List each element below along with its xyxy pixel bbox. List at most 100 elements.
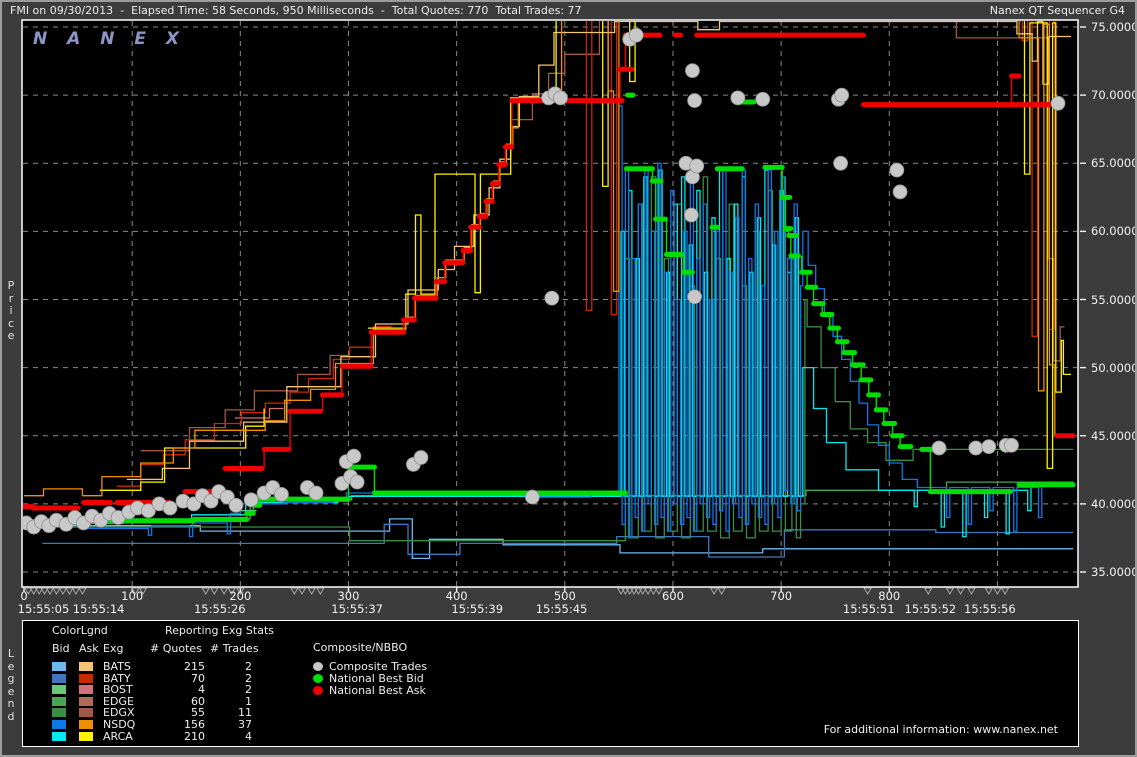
exchange-quote-count: 70: [191, 671, 205, 685]
x-axis-label: 500: [553, 589, 576, 603]
composite-trade-dot: [687, 289, 702, 305]
price-axis-label: P r i c e: [7, 279, 15, 342]
bid-color-swatch: [52, 662, 66, 671]
composite-trade-dot: [162, 500, 178, 516]
col-header-bid: Bid: [52, 642, 70, 655]
plot-series: [23, 21, 1077, 586]
composite-trade-dot: [219, 489, 235, 505]
x-axis-label: 0: [20, 589, 28, 603]
composite-trade-dot: [203, 493, 219, 509]
composite-trade-dot: [243, 492, 259, 508]
trade-marker-triangle: [71, 587, 81, 595]
edgx-ask-line: [510, 21, 1065, 362]
trade-marker-triangle: [620, 587, 630, 595]
stats-header: Reporting Exg Stats: [165, 624, 274, 637]
exchange-name: BOST: [103, 683, 133, 697]
ask-color-swatch: [79, 731, 93, 741]
y-axis-label: 60.0000: [1091, 224, 1137, 239]
ask-color-swatch: [79, 662, 93, 671]
composite-trade-dot: [102, 506, 117, 521]
ask-color-swatch: [79, 673, 93, 683]
composite-trade-dot: [413, 450, 429, 465]
col-header-quotes: # Quotes: [150, 642, 202, 655]
bid-color-swatch: [52, 673, 66, 683]
composite-trade-dot: [553, 90, 568, 106]
y-axis-label: 55.0000: [1091, 292, 1137, 307]
plot-area[interactable]: [21, 19, 1079, 588]
trade-marker-triangle: [34, 587, 44, 595]
composite-trade-dot: [41, 518, 57, 534]
exchange-trade-count: 1: [245, 694, 252, 708]
exchange-name: EDGE: [103, 694, 134, 708]
baty-ask-line: [117, 326, 392, 487]
arca-bid-line: [24, 169, 1074, 538]
trade-marker-triangle: [993, 587, 1002, 595]
composite-trade-dot: [405, 456, 421, 472]
bid-color-swatch: [52, 720, 66, 729]
composite-trade-dot: [678, 155, 694, 171]
composite-trade-dot: [121, 504, 137, 520]
exchange-quote-count: 60: [191, 694, 205, 708]
composite-trade-dot: [26, 519, 42, 535]
trade-marker-triangle: [967, 587, 976, 595]
composite-trade-dot: [186, 496, 202, 512]
ask-color-swatch: [79, 696, 93, 706]
composite-trade-dot: [628, 27, 644, 43]
composite-trade-dot: [524, 489, 540, 505]
nanex-logo: N A N E X: [33, 29, 187, 49]
composite-trade-dot: [110, 510, 126, 525]
y-axis-label: 40.0000: [1091, 496, 1137, 511]
trade-marker-triangle: [290, 587, 299, 595]
composite-trade-dot: [1004, 437, 1019, 453]
ask-color-swatch: [79, 685, 93, 695]
composite-trade-dot: [130, 500, 145, 516]
trade-marker-triangle: [956, 587, 966, 595]
composite-trade-dot: [265, 480, 281, 495]
x-axis-label: 100: [121, 589, 144, 603]
composite-trade-dot: [346, 448, 362, 464]
exchange-quote-count: 55: [191, 706, 205, 720]
trade-marker-triangle: [616, 587, 626, 595]
exchange-name: BATY: [103, 671, 131, 685]
trade-marker-triangle: [40, 587, 49, 595]
exchange-trade-count: 2: [245, 671, 252, 685]
legend-panel: ColorLgnd Reporting Exg Stats Bid Ask Ex…: [22, 620, 1079, 747]
y-axis-label: 35.0000: [1091, 565, 1137, 579]
composite-trade-dot: [683, 207, 699, 223]
nbbo-legend-label: National Best Ask: [329, 684, 426, 697]
timestamp-label: 15:55:39: [451, 602, 504, 616]
composite-trade-dot: [892, 184, 908, 200]
composite-trade-dot: [622, 31, 638, 47]
composite-trade-dot: [175, 493, 191, 509]
composite-trade-dot: [338, 454, 354, 470]
nbbo-legend-dot: [313, 686, 323, 695]
exchange-trade-count: 11: [238, 706, 252, 720]
exchange-trade-count: 2: [245, 660, 252, 673]
exchange-name: NSDQ: [103, 718, 136, 731]
composite-trade-dot: [274, 486, 289, 502]
col-header-exg: Exg: [103, 642, 124, 655]
y-axis-label: 70.0000: [1091, 88, 1137, 103]
composite-trade-dot: [195, 488, 210, 504]
arca-ask-line: [367, 21, 1071, 470]
composite-trade-dot: [76, 515, 91, 531]
x-axis-label: 800: [878, 589, 901, 603]
exchange-name: BATS: [103, 660, 131, 673]
nsdq-bid-line: [24, 105, 1074, 539]
ask-color-swatch: [79, 708, 93, 718]
composite-trade-dot: [544, 290, 560, 306]
exchange-trade-count: 37: [238, 718, 252, 731]
exchange-trade-count: 4: [245, 729, 252, 743]
trade-marker-triangle: [945, 587, 955, 595]
composite-trade-dot: [334, 476, 350, 491]
bats-ask-line: [126, 21, 1071, 481]
edgx-bid-line: [42, 176, 1074, 542]
nbbo-legend-label: Composite Trades: [329, 660, 428, 673]
exchange-legend-row: EDGE 60 1: [23, 696, 1078, 707]
trade-marker-triangle: [58, 587, 68, 595]
trade-marker-triangle: [923, 587, 933, 595]
app-title: Nanex QT Sequencer G4: [989, 4, 1125, 17]
trade-marker-triangle: [65, 587, 74, 595]
trade-marker-triangle: [219, 587, 229, 595]
composite-trade-dot: [547, 86, 563, 102]
